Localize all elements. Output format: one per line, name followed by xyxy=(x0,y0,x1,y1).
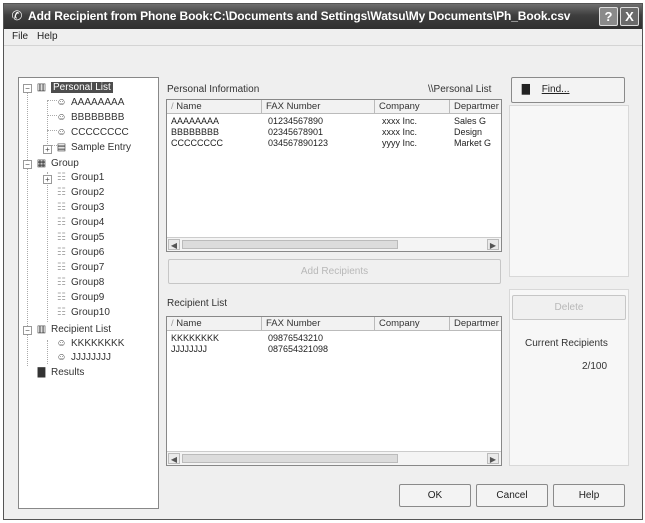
col-fax-number[interactable]: FAX Number xyxy=(262,317,375,331)
list-header: / Name FAX Number Company Departmer xyxy=(167,317,501,331)
collapse-group[interactable]: − xyxy=(23,160,32,169)
book-icon: ▇ xyxy=(522,84,530,95)
table-row[interactable]: JJJJJJJJ 087654321098 xyxy=(167,344,501,355)
scrollbar-thumb[interactable] xyxy=(182,240,398,249)
group-icon: ☷ xyxy=(57,247,66,258)
book-icon: ▇ xyxy=(37,367,46,378)
tree-group-item[interactable]: ☷ Group6 xyxy=(55,246,104,260)
tree-contact[interactable]: ☺ AAAAAAAA xyxy=(55,96,124,110)
help-button[interactable]: Help xyxy=(553,484,625,507)
tree-results[interactable]: ▇ Results xyxy=(35,366,85,380)
person-icon: ☺ xyxy=(56,112,67,123)
menu-bar: File Help xyxy=(4,29,642,46)
help-icon[interactable]: ? xyxy=(599,7,618,26)
phone-book-icon: ✆ xyxy=(11,8,23,23)
scroll-left-icon[interactable]: ◀ xyxy=(168,453,180,464)
add-recipients-button[interactable]: Add Recipients xyxy=(168,259,501,284)
group-icon: ☷ xyxy=(57,187,66,198)
menu-help[interactable]: Help xyxy=(37,31,58,42)
person-icon: ☺ xyxy=(56,127,67,138)
phone-book-tree[interactable]: − ▥ Personal List ☺ AAAAAAAA ☺ BBBBBBBB ☺ CC… xyxy=(18,77,159,509)
find-panel xyxy=(509,105,629,277)
group-icon: ☷ xyxy=(57,307,66,318)
table-row[interactable]: CCCCCCCC 034567890123 yyyy Inc. Market G xyxy=(167,138,501,149)
tree-group-item[interactable]: ☷ Group9 xyxy=(55,291,104,305)
group-icon: ☷ xyxy=(57,217,66,228)
expand-group1[interactable]: + xyxy=(43,175,52,184)
collapse-recipient-list[interactable]: − xyxy=(23,326,32,335)
delete-button[interactable]: Delete xyxy=(512,295,626,320)
collapse-personal-list[interactable]: − xyxy=(23,84,32,93)
tree-sample-entry[interactable]: ▤ Sample Entry xyxy=(55,141,131,155)
tree-group[interactable]: ▦ Group xyxy=(35,157,79,171)
personal-info-list[interactable]: / Name FAX Number Company Departmer AAAA… xyxy=(166,99,502,252)
find-button[interactable]: ▇ Find... xyxy=(511,77,625,103)
ok-button[interactable]: OK xyxy=(399,484,471,507)
col-company[interactable]: Company xyxy=(375,317,450,331)
group-icon: ☷ xyxy=(57,172,66,183)
col-department[interactable]: Departmer xyxy=(450,100,501,114)
tree-recipient[interactable]: ☺ JJJJJJJJ xyxy=(55,351,111,365)
dialog-window: ✆ Add Recipient from Phone Book:C:\Docum… xyxy=(3,3,643,520)
tree-contact[interactable]: ☺ BBBBBBBB xyxy=(55,111,124,125)
tree-group-item[interactable]: ☷ Group7 xyxy=(55,261,104,275)
tree-group-item[interactable]: ☷ Group1 xyxy=(55,171,104,185)
recipient-list[interactable]: / Name FAX Number Company Departmer KKKK… xyxy=(166,316,502,466)
scroll-left-icon[interactable]: ◀ xyxy=(168,239,180,250)
table-row[interactable]: AAAAAAAA 01234567890 xxxx Inc. Sales G xyxy=(167,116,501,127)
horizontal-scrollbar[interactable]: ◀ ▶ xyxy=(167,451,501,465)
scrollbar-thumb[interactable] xyxy=(182,454,398,463)
person-icon: ☺ xyxy=(56,338,67,349)
col-name[interactable]: / Name xyxy=(167,100,262,114)
group-icon: ☷ xyxy=(57,232,66,243)
group-icon: ☷ xyxy=(57,277,66,288)
person-icon: ☺ xyxy=(56,97,67,108)
col-department[interactable]: Departmer xyxy=(450,317,501,331)
col-name[interactable]: / Name xyxy=(167,317,262,331)
col-company[interactable]: Company xyxy=(375,100,450,114)
table-row[interactable]: BBBBBBBB 02345678901 xxxx Inc. Design xyxy=(167,127,501,138)
tree-group-item[interactable]: ☷ Group3 xyxy=(55,201,104,215)
tree-personal-list[interactable]: ▥ Personal List xyxy=(35,81,113,95)
tree-group-item[interactable]: ☷ Group4 xyxy=(55,216,104,230)
current-recipients-count: 2/100 xyxy=(582,361,608,372)
recipient-list-label: Recipient List xyxy=(167,298,228,309)
tree-recipient[interactable]: ☺ KKKKKKKK xyxy=(55,337,124,351)
address-book-icon: ▥ xyxy=(36,82,47,93)
table-row[interactable]: KKKKKKKK 09876543210 xyxy=(167,333,501,344)
tree-group-item[interactable]: ☷ Group10 xyxy=(55,306,110,320)
group-icon: ☷ xyxy=(57,292,66,303)
window-title: Add Recipient from Phone Book:C:\Documen… xyxy=(28,9,571,23)
col-fax-number[interactable]: FAX Number xyxy=(262,100,375,114)
scroll-right-icon[interactable]: ▶ xyxy=(487,453,499,464)
list-header: / Name FAX Number Company Departmer xyxy=(167,100,501,114)
personal-list-path: \\Personal List xyxy=(428,84,492,95)
tree-group-item[interactable]: ☷ Group5 xyxy=(55,231,104,245)
scroll-right-icon[interactable]: ▶ xyxy=(487,239,499,250)
tree-contact[interactable]: ☺ CCCCCCCC xyxy=(55,126,128,140)
group-icon: ☷ xyxy=(57,202,66,213)
tree-recipient-list[interactable]: ▥ Recipient List xyxy=(35,323,111,337)
person-icon: ☺ xyxy=(56,352,67,363)
horizontal-scrollbar[interactable]: ◀ ▶ xyxy=(167,237,501,251)
menu-file[interactable]: File xyxy=(12,31,28,42)
personal-info-label: Personal Information xyxy=(167,84,260,95)
title-bar[interactable]: ✆ Add Recipient from Phone Book:C:\Docum… xyxy=(4,4,642,29)
folder-icon: ▤ xyxy=(56,142,67,153)
address-book-icon: ▥ xyxy=(36,324,47,335)
group-icon: ☷ xyxy=(57,262,66,273)
expand-sample-entry[interactable]: + xyxy=(43,145,52,154)
tree-group-item[interactable]: ☷ Group8 xyxy=(55,276,104,290)
group-icon: ▦ xyxy=(36,158,47,169)
tree-group-item[interactable]: ☷ Group2 xyxy=(55,186,104,200)
close-icon[interactable]: X xyxy=(620,7,639,26)
cancel-button[interactable]: Cancel xyxy=(476,484,548,507)
current-recipients-label: Current Recipients xyxy=(525,338,608,349)
